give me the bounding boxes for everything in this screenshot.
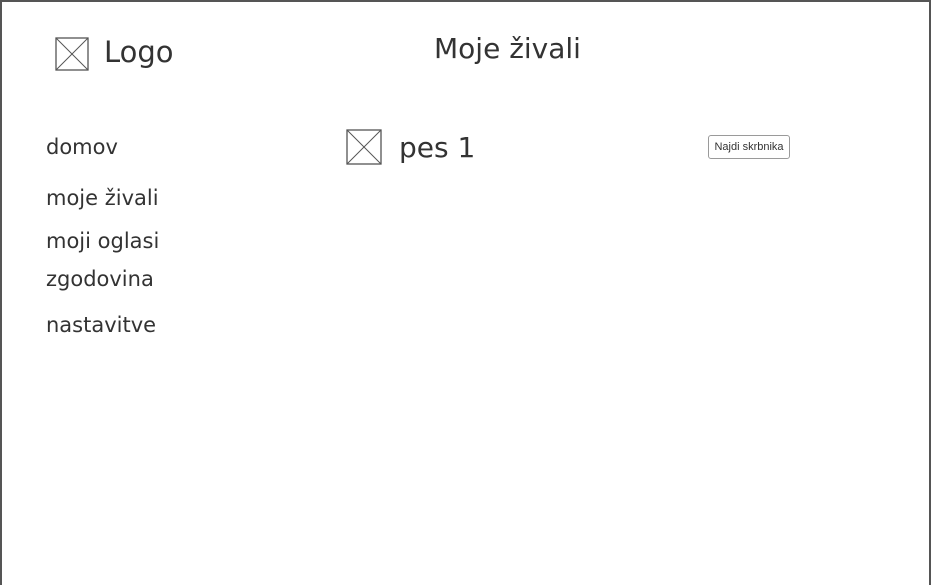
nav-item-moji-oglasi[interactable]: moji oglasi <box>46 226 159 256</box>
nav-item-nastavitve[interactable]: nastavitve <box>46 310 156 340</box>
pet-image-placeholder-icon <box>346 129 382 165</box>
app-window: Logo Moje živali domov moje živali moji … <box>0 0 931 585</box>
image-placeholder-icon <box>55 37 89 71</box>
logo-label: Logo <box>104 35 174 69</box>
pet-name[interactable]: pes 1 <box>399 130 475 166</box>
nav-item-moje-zivali[interactable]: moje živali <box>46 183 159 213</box>
page-title: Moje živali <box>434 32 581 65</box>
find-caretaker-button[interactable]: Najdi skrbnika <box>708 135 790 159</box>
nav-item-domov[interactable]: domov <box>46 132 118 162</box>
nav-item-zgodovina[interactable]: zgodovina <box>46 264 154 294</box>
